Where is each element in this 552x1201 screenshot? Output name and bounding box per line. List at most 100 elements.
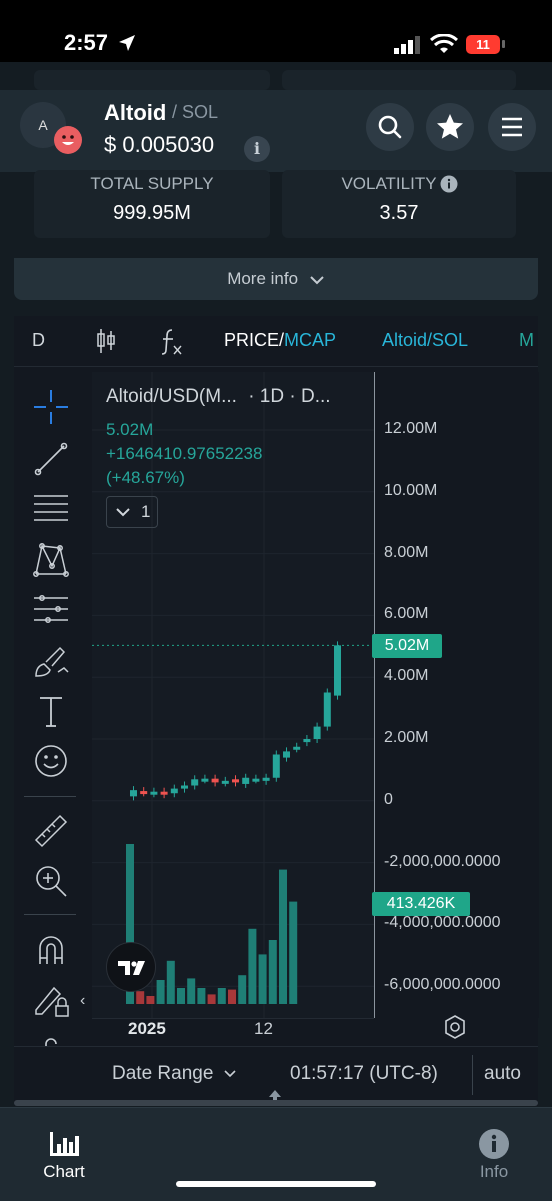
volume-bar (177, 988, 185, 1004)
ruler-icon[interactable] (32, 812, 70, 850)
candle (293, 746, 301, 750)
candle (181, 785, 188, 789)
pattern-tool-icon[interactable] (32, 540, 70, 578)
candles-icon[interactable] (96, 328, 116, 354)
token-pair-suffix: / SOL (172, 102, 219, 122)
more-info-label: More info (227, 269, 299, 288)
x-tick-2025-label: 2025 (128, 1019, 166, 1038)
volatility-label: VOLATILITY (341, 174, 437, 193)
indicators-fx-icon[interactable] (160, 328, 184, 356)
token-price: $ 0.005030 (104, 132, 215, 157)
crosshair-icon[interactable] (32, 388, 70, 426)
candle (272, 754, 280, 778)
prediction-tool-icon[interactable] (32, 590, 70, 628)
candle (262, 777, 270, 781)
volume-bar (187, 978, 196, 1004)
legend-collapse-count: 1 (141, 502, 151, 521)
candle (191, 779, 199, 786)
volume-bar (217, 988, 226, 1004)
tab-chart[interactable]: Chart (36, 1126, 92, 1186)
date-range-label: Date Range (112, 1063, 214, 1084)
emoji-tool-icon[interactable] (32, 742, 70, 780)
favorite-button[interactable] (426, 103, 474, 151)
volume-bar (146, 996, 155, 1004)
total-supply-value: 999.95M (113, 202, 191, 224)
candle (140, 791, 148, 795)
timezone-clock[interactable]: 01:57:17 (UTC-8) (290, 1063, 438, 1085)
brush-icon[interactable] (32, 642, 70, 680)
volatility-info-icon[interactable] (440, 175, 458, 193)
volume-bar (248, 928, 257, 1004)
battery-indicator: 11 (466, 35, 500, 54)
candle (323, 692, 331, 727)
candle (313, 726, 321, 739)
price-mcap-toggle[interactable]: PRICE/MCAP (224, 330, 336, 351)
stats-card-top-right (282, 70, 516, 90)
info-circle-icon (479, 1129, 509, 1159)
legend-change-pct: (+48.67%) (106, 468, 185, 487)
candle (150, 791, 158, 795)
token-name: Altoid (104, 100, 167, 125)
sidebar-collapse-arrow[interactable]: ‹ (80, 992, 85, 1010)
y-tick-label: 6.00M (384, 605, 429, 623)
battery-tip (502, 40, 505, 48)
legend-change: +1646410.97652238 (106, 444, 263, 463)
y-tick-label: 8.00M (384, 543, 429, 561)
price-chart-plot[interactable]: Altoid/USD(M... · 1D · D... 5.02M +16464… (92, 372, 374, 1018)
volume-bar (136, 991, 145, 1004)
smile-badge-icon (54, 126, 82, 154)
clock-time: 2:57 (64, 30, 109, 55)
magnet-icon[interactable] (32, 930, 70, 968)
candle (221, 780, 229, 784)
tradingview-logo[interactable] (106, 942, 156, 992)
chart-settings-icon[interactable] (442, 1014, 468, 1040)
legend-title: Altoid/USD(M... · 1D · D... (106, 386, 331, 408)
menu-button[interactable] (488, 103, 536, 151)
volatility-card: VOLATILITY 3.57 (282, 170, 516, 238)
tab-chart-label: Chart (43, 1162, 85, 1181)
volume-bar (228, 989, 236, 1004)
pair-selector[interactable]: Altoid/SOL (382, 330, 468, 351)
date-range-selector[interactable]: Date Range (112, 1063, 237, 1085)
volume-bar (268, 940, 277, 1004)
auto-scale-toggle[interactable]: auto (484, 1063, 521, 1085)
candle (242, 777, 250, 784)
legend-symbol: Altoid/USD(M... (106, 386, 237, 407)
candle (283, 751, 290, 758)
volume-bar (279, 869, 287, 1004)
y-tick-label: -2,000,000.0000 (384, 852, 501, 870)
price-toggle-label: PRICE/ (224, 330, 285, 350)
y-tick-label: -4,000,000.0000 (384, 914, 501, 932)
overflow-tab[interactable]: M (519, 330, 538, 351)
candle (211, 778, 219, 783)
zoom-in-icon[interactable] (32, 862, 70, 900)
interval-selector[interactable]: D (32, 330, 45, 351)
candle (201, 778, 209, 782)
y-tick-label: 4.00M (384, 667, 429, 685)
candle (130, 790, 137, 797)
tradingview-icon (118, 961, 145, 975)
horizontal-scrollbar[interactable] (14, 1100, 538, 1106)
volume-bar (166, 960, 175, 1004)
volume-bar (207, 994, 216, 1004)
price-info-icon[interactable]: i (244, 136, 270, 162)
legend-collapse-button[interactable]: 1 (106, 496, 158, 528)
volume-bar (289, 901, 298, 1004)
home-indicator (176, 1181, 376, 1187)
x-axis: 2025 12 (92, 1018, 374, 1047)
star-icon (437, 114, 463, 139)
volume-bar (238, 975, 247, 1004)
candle (170, 788, 178, 794)
text-tool-icon[interactable] (32, 692, 70, 730)
more-info-button[interactable]: More info (14, 258, 538, 300)
trend-line-icon[interactable] (32, 440, 70, 478)
search-button[interactable] (366, 103, 414, 151)
last-price-tag: 5.02M (372, 634, 442, 658)
tab-info[interactable]: Info (466, 1126, 522, 1186)
y-tick-label: 10.00M (384, 481, 438, 499)
fib-lines-icon[interactable] (32, 490, 70, 528)
y-tick-label: 2.00M (384, 729, 429, 746)
lock-drawing-icon[interactable] (32, 980, 70, 1018)
candle (160, 791, 168, 795)
legend-value: 5.02M (106, 420, 154, 439)
